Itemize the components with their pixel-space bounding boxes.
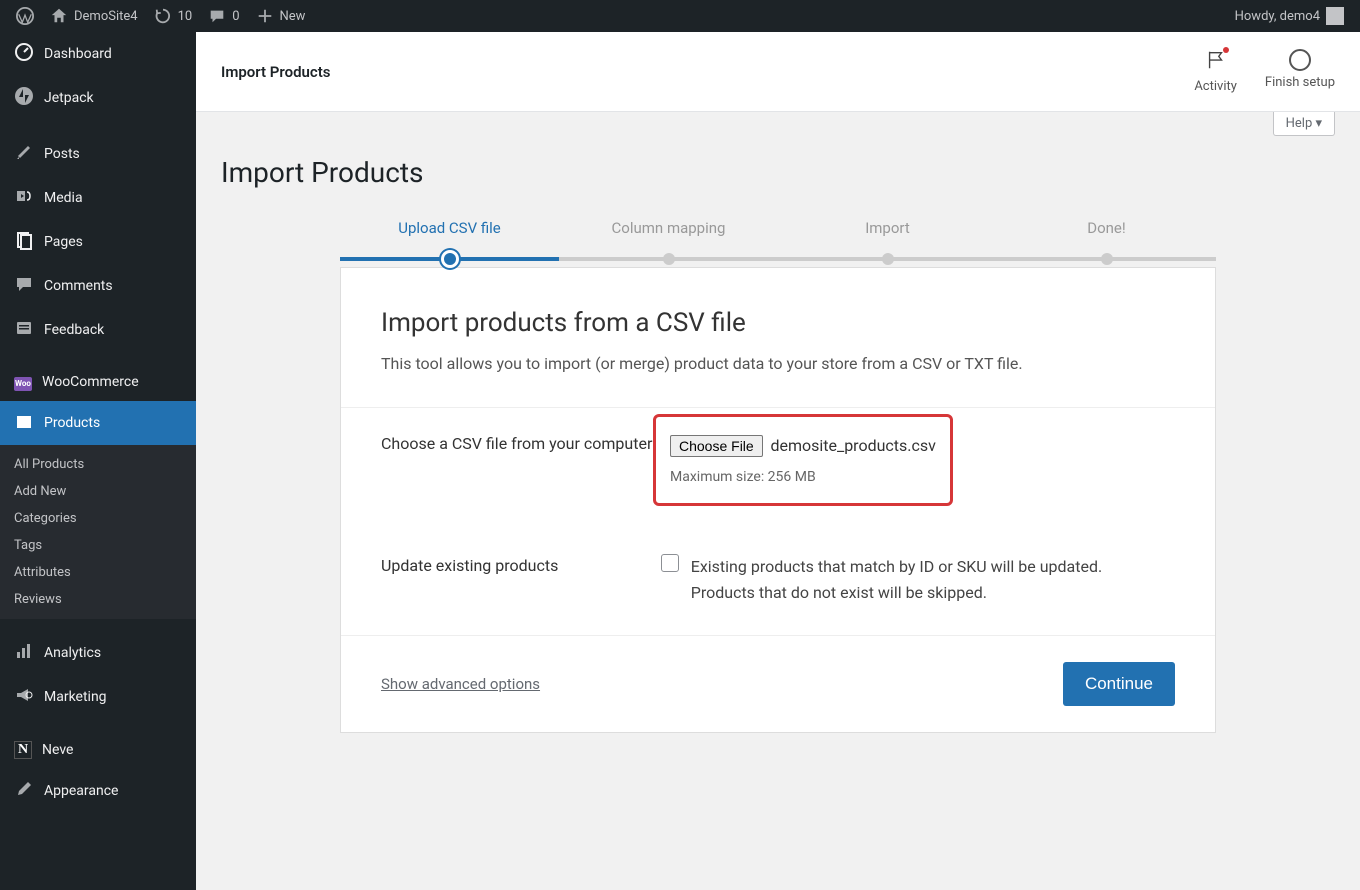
page-title: Import Products bbox=[221, 156, 1335, 189]
step-upload-csv[interactable]: Upload CSV file bbox=[340, 219, 559, 237]
sidebar-item-woocommerce[interactable]: Woo WooCommerce bbox=[0, 364, 196, 401]
admin-sidebar: Dashboard Jetpack Posts Media Pages Comments F… bbox=[0, 32, 196, 890]
comment-icon bbox=[14, 274, 34, 298]
account-menu[interactable]: Howdy, demo4 bbox=[1227, 0, 1352, 32]
sidebar-item-appearance[interactable]: Appearance bbox=[0, 769, 196, 813]
sidebar-item-pages[interactable]: Pages bbox=[0, 220, 196, 264]
sidebar-item-posts[interactable]: Posts bbox=[0, 132, 196, 176]
update-existing-help: Existing products that match by ID or SK… bbox=[691, 554, 1151, 605]
sidebar-item-label: WooCommerce bbox=[42, 374, 139, 390]
sidebar-item-media[interactable]: Media bbox=[0, 176, 196, 220]
submenu-item-all-products[interactable]: All Products bbox=[0, 451, 196, 478]
howdy-label: Howdy, demo4 bbox=[1235, 9, 1320, 24]
finish-setup-button[interactable]: Finish setup bbox=[1265, 49, 1335, 94]
sidebar-item-jetpack[interactable]: Jetpack bbox=[0, 76, 196, 120]
media-icon bbox=[14, 186, 34, 210]
sidebar-item-label: Neve bbox=[42, 742, 73, 758]
file-input-highlight: Choose File demosite_products.csv Maximu… bbox=[653, 414, 953, 506]
sidebar-item-label: Feedback bbox=[44, 322, 104, 338]
sidebar-item-label: Comments bbox=[44, 278, 113, 294]
sidebar-item-label: Media bbox=[44, 190, 83, 206]
submenu-item-attributes[interactable]: Attributes bbox=[0, 559, 196, 586]
show-advanced-options-link[interactable]: Show advanced options bbox=[381, 675, 540, 693]
card-intro-text: This tool allows you to import (or merge… bbox=[381, 354, 1175, 373]
submenu-item-tags[interactable]: Tags bbox=[0, 532, 196, 559]
help-tab[interactable]: Help bbox=[1273, 112, 1335, 136]
max-size-hint: Maximum size: 256 MB bbox=[670, 469, 936, 485]
menu-separator bbox=[0, 120, 196, 132]
updates-count: 10 bbox=[178, 9, 193, 24]
sidebar-item-marketing[interactable]: Marketing bbox=[0, 675, 196, 719]
comment-bubble-icon bbox=[208, 7, 226, 25]
products-submenu: All ProductsAdd NewCategoriesTagsAttribu… bbox=[0, 445, 196, 619]
sidebar-item-analytics[interactable]: Analytics bbox=[0, 631, 196, 675]
admin-bar: DemoSite4 10 0 New Howdy, demo4 bbox=[0, 0, 1360, 32]
sidebar-item-label: Products bbox=[44, 415, 100, 431]
site-name-label: DemoSite4 bbox=[74, 9, 138, 24]
feedback-icon bbox=[14, 318, 34, 342]
header-title: Import Products bbox=[221, 63, 331, 81]
products-icon bbox=[14, 411, 34, 435]
sidebar-item-label: Pages bbox=[44, 234, 83, 250]
import-card: Import products from a CSV file This too… bbox=[340, 267, 1216, 733]
new-content-menu[interactable]: New bbox=[248, 0, 314, 32]
pin-icon bbox=[14, 142, 34, 166]
chosen-filename: demosite_products.csv bbox=[770, 436, 935, 455]
submenu-item-add-new[interactable]: Add New bbox=[0, 478, 196, 505]
progress-ring-icon bbox=[1289, 49, 1311, 71]
sidebar-item-neve[interactable]: N Neve bbox=[0, 731, 196, 769]
sidebar-item-dashboard[interactable]: Dashboard bbox=[0, 32, 196, 76]
page-icon bbox=[14, 230, 34, 254]
step-import[interactable]: Import bbox=[778, 219, 997, 237]
menu-separator bbox=[0, 619, 196, 631]
activity-button[interactable]: Activity bbox=[1194, 49, 1237, 94]
menu-separator bbox=[0, 719, 196, 731]
updates-menu[interactable]: 10 bbox=[146, 0, 201, 32]
wp-logo-menu[interactable] bbox=[8, 0, 42, 32]
user-avatar-icon bbox=[1326, 7, 1344, 25]
finish-setup-label: Finish setup bbox=[1265, 75, 1335, 90]
megaphone-icon bbox=[14, 685, 34, 709]
notification-dot-icon bbox=[1223, 47, 1229, 53]
woo-icon: Woo bbox=[14, 374, 32, 391]
jetpack-icon bbox=[14, 86, 34, 110]
sidebar-item-label: Marketing bbox=[44, 689, 107, 705]
activity-label: Activity bbox=[1194, 79, 1237, 94]
update-existing-label: Update existing products bbox=[381, 554, 661, 605]
submenu-item-reviews[interactable]: Reviews bbox=[0, 586, 196, 613]
comments-menu[interactable]: 0 bbox=[200, 0, 247, 32]
submenu-item-categories[interactable]: Categories bbox=[0, 505, 196, 532]
sidebar-item-label: Analytics bbox=[44, 645, 101, 661]
menu-separator bbox=[0, 352, 196, 364]
content-area: Import Products Activity Finish setup He… bbox=[196, 32, 1360, 890]
neve-icon: N bbox=[14, 741, 32, 759]
update-existing-checkbox[interactable] bbox=[661, 554, 679, 572]
sidebar-item-label: Posts bbox=[44, 146, 80, 162]
wordpress-logo-icon bbox=[16, 7, 34, 25]
choose-file-button[interactable]: Choose File bbox=[670, 435, 763, 457]
woocommerce-header: Import Products Activity Finish setup bbox=[196, 32, 1360, 112]
sidebar-item-comments[interactable]: Comments bbox=[0, 264, 196, 308]
plus-icon bbox=[256, 7, 274, 25]
sidebar-item-feedback[interactable]: Feedback bbox=[0, 308, 196, 352]
comments-count: 0 bbox=[232, 9, 239, 24]
card-heading: Import products from a CSV file bbox=[381, 308, 1175, 338]
sidebar-item-label: Appearance bbox=[44, 783, 118, 799]
site-name-menu[interactable]: DemoSite4 bbox=[42, 0, 146, 32]
sidebar-item-label: Dashboard bbox=[44, 46, 112, 62]
continue-button[interactable]: Continue bbox=[1063, 662, 1175, 706]
new-content-label: New bbox=[280, 9, 306, 24]
home-icon bbox=[50, 7, 68, 25]
choose-file-label: Choose a CSV file from your computer: bbox=[381, 432, 661, 506]
refresh-icon bbox=[154, 7, 172, 25]
step-done[interactable]: Done! bbox=[997, 219, 1216, 237]
brush-icon bbox=[14, 779, 34, 803]
analytics-icon bbox=[14, 641, 34, 665]
sidebar-item-label: Jetpack bbox=[44, 90, 94, 106]
import-progress-steps: Upload CSV file Column mapping Import Do… bbox=[340, 219, 1216, 237]
dashboard-icon bbox=[14, 42, 34, 66]
step-column-mapping[interactable]: Column mapping bbox=[559, 219, 778, 237]
sidebar-item-products[interactable]: Products bbox=[0, 401, 196, 445]
